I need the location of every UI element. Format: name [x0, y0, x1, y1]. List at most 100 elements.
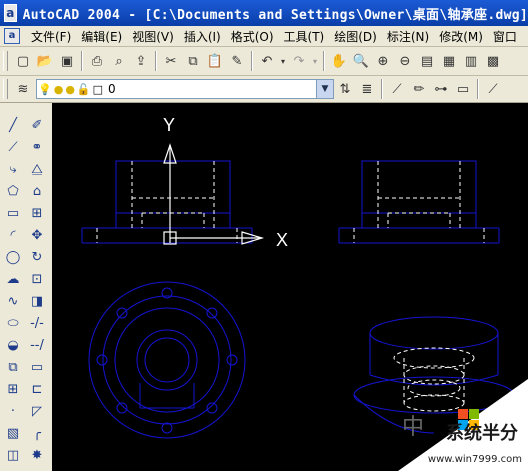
toolbar-grip[interactable]: [3, 79, 8, 99]
pan-icon[interactable]: ✋: [329, 51, 349, 71]
print-icon[interactable]: ⎙: [87, 51, 107, 71]
dim-style-icon[interactable]: ⟋: [483, 79, 503, 99]
zoom-realtime-icon[interactable]: 🔍: [351, 51, 371, 71]
linetype-icon[interactable]: ⊶: [431, 79, 451, 99]
watermark-side-text: 中: [402, 415, 425, 440]
ucs-icon: [163, 143, 265, 245]
save-icon[interactable]: ▣: [57, 51, 77, 71]
window-title: AutoCAD 2004 - [C:\Documents and Setting…: [22, 7, 528, 23]
erase-icon[interactable]: ✐: [27, 115, 47, 135]
publish-icon[interactable]: ⇪: [131, 51, 151, 71]
open-folder-icon[interactable]: 📂: [35, 51, 55, 71]
title-bar: a AutoCAD 2004 - [C:\Documents and Setti…: [0, 0, 528, 26]
toolbar-separator: [81, 51, 83, 71]
rotate-icon[interactable]: ↻: [27, 247, 47, 267]
scale-icon[interactable]: ⊡: [27, 269, 47, 289]
zoom-previous-icon[interactable]: ⊖: [395, 51, 415, 71]
undo-icon[interactable]: ↶: [257, 51, 277, 71]
toolbar-separator: [251, 51, 253, 71]
spline-icon[interactable]: ∿: [3, 291, 23, 311]
watermark-url: www.win7999.com: [427, 454, 522, 465]
menu-draw[interactable]: 绘图(D): [329, 28, 382, 45]
menu-modify[interactable]: 修改(M): [434, 28, 488, 45]
break-icon[interactable]: ▭: [27, 357, 47, 377]
undo-dropdown-icon[interactable]: ▾: [279, 51, 287, 71]
top-view: [88, 281, 246, 439]
menu-edit[interactable]: 编辑(E): [76, 28, 127, 45]
insert-block-icon[interactable]: ⧉: [3, 357, 23, 377]
make-block-icon[interactable]: ⊞: [3, 379, 23, 399]
menu-file[interactable]: 文件(F): [26, 28, 76, 45]
extend-icon[interactable]: --/: [27, 335, 47, 355]
mirror-icon[interactable]: ⧋: [27, 159, 47, 179]
line-tool-icon[interactable]: ╱: [3, 115, 23, 135]
fillet-icon[interactable]: ╭: [27, 423, 47, 443]
lineweight-icon[interactable]: ▭: [453, 79, 473, 99]
break-at-point-icon[interactable]: ⊏: [27, 379, 47, 399]
match-properties-icon[interactable]: ✎: [227, 51, 247, 71]
layer-previous-icon[interactable]: ≣: [357, 79, 377, 99]
arc-icon[interactable]: ◜: [3, 225, 23, 245]
print-preview-icon[interactable]: ⌕: [109, 51, 129, 71]
trim-icon[interactable]: -/-: [27, 313, 47, 333]
toolbar-separator: [155, 51, 157, 71]
stretch-icon[interactable]: ◨: [27, 291, 47, 311]
make-object-layer-current-icon[interactable]: ⇅: [335, 79, 355, 99]
pencil-icon[interactable]: ✏: [409, 79, 429, 99]
paste-icon[interactable]: 📋: [205, 51, 225, 71]
layer-manager-icon[interactable]: ≋: [13, 79, 33, 99]
point-icon[interactable]: ·: [3, 401, 23, 421]
tool-palette-icon[interactable]: ▥: [461, 51, 481, 71]
copy-object-icon[interactable]: ⚭: [27, 137, 47, 157]
front-view: [81, 160, 253, 244]
drawing-area[interactable]: Y X 中 系统半分 www.win7999.com: [52, 103, 528, 471]
layer-dropdown[interactable]: 💡 ● ● 🔓 □ 0 ▼: [36, 79, 334, 99]
current-layer-name: 0: [108, 82, 116, 96]
zoom-window-icon[interactable]: ⊕: [373, 51, 393, 71]
side-view: [338, 160, 500, 244]
new-file-icon[interactable]: ▢: [13, 51, 33, 71]
menu-view[interactable]: 视图(V): [127, 28, 179, 45]
offset-icon[interactable]: ⌂: [27, 181, 47, 201]
hatch-icon[interactable]: ▧: [3, 423, 23, 443]
layer-toolbar: ≋ 💡 ● ● 🔓 □ 0 ▼ ⇅ ≣ ⟋ ✏ ⊶ ▭ ⟋: [0, 76, 528, 103]
redo-dropdown-icon[interactable]: ▾: [311, 51, 319, 71]
menu-insert[interactable]: 插入(I): [179, 28, 226, 45]
properties-icon[interactable]: ▤: [417, 51, 437, 71]
line-style-icon[interactable]: ⟋: [387, 79, 407, 99]
toolbar-separator: [323, 51, 325, 71]
ellipse-icon[interactable]: ⬭: [3, 313, 23, 333]
sun-icon: ●: [53, 82, 64, 96]
move-icon[interactable]: ✥: [27, 225, 47, 245]
design-center-icon[interactable]: ▦: [439, 51, 459, 71]
ucs-x-label: X: [276, 230, 288, 250]
calculator-icon[interactable]: ▩: [483, 51, 503, 71]
explode-icon[interactable]: ✸: [27, 445, 47, 465]
toolbar-separator: [477, 79, 479, 99]
cut-icon[interactable]: ✂: [161, 51, 181, 71]
rectangle-icon[interactable]: ▭: [3, 203, 23, 223]
autocad-app-icon[interactable]: a: [4, 4, 17, 22]
revision-cloud-icon[interactable]: ☁: [3, 269, 23, 289]
region-icon[interactable]: ◫: [3, 445, 23, 465]
menu-format[interactable]: 格式(O): [226, 28, 279, 45]
chevron-down-icon[interactable]: ▼: [316, 80, 333, 98]
circle-icon[interactable]: ◯: [3, 247, 23, 267]
sun-vp-icon: ●: [65, 82, 75, 96]
ellipse-arc-icon[interactable]: ◒: [3, 335, 23, 355]
toolbar-grip[interactable]: [3, 51, 8, 71]
polyline-icon[interactable]: ⤷: [3, 159, 23, 179]
redo-icon[interactable]: ↷: [289, 51, 309, 71]
color-swatch-icon: □: [92, 82, 104, 96]
array-icon[interactable]: ⊞: [27, 203, 47, 223]
document-icon[interactable]: a: [4, 28, 20, 44]
chamfer-icon[interactable]: ◸: [27, 401, 47, 421]
menu-tools[interactable]: 工具(T): [279, 28, 330, 45]
menu-dimension[interactable]: 标注(N): [382, 28, 434, 45]
polygon-icon[interactable]: ⬠: [3, 181, 23, 201]
ucs-y-label: Y: [163, 115, 175, 135]
copy-icon[interactable]: ⧉: [183, 51, 203, 71]
lightbulb-icon: 💡: [38, 82, 52, 96]
menu-window[interactable]: 窗口: [488, 28, 522, 45]
construction-line-icon[interactable]: ⟋: [3, 137, 23, 157]
